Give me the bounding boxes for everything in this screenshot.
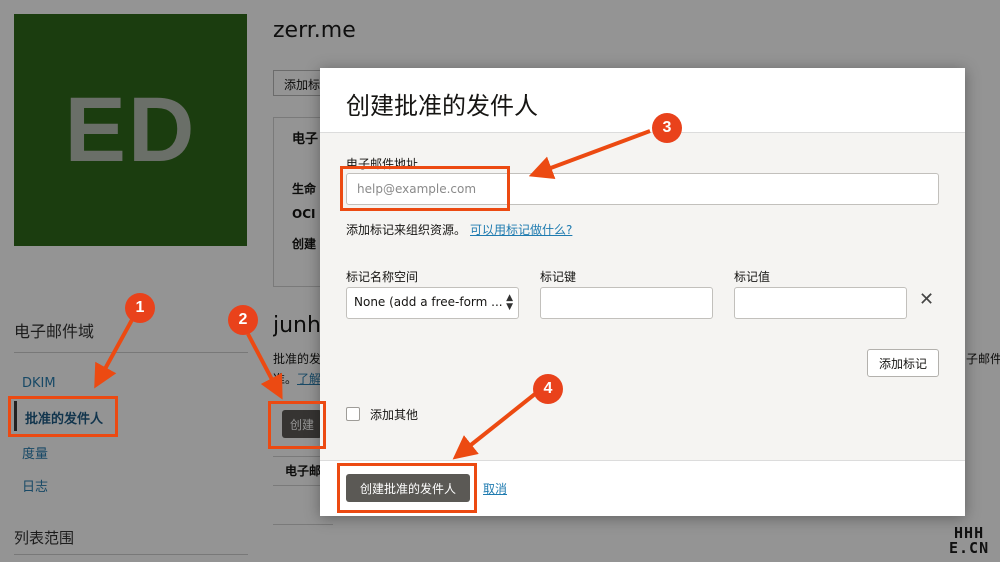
step-badge-1: 1: [125, 293, 155, 323]
annotation-arrows: [94, 129, 651, 460]
step-badge-2: 2: [228, 305, 258, 335]
watermark: HHH E.CN: [949, 526, 989, 556]
watermark-line-2: E.CN: [949, 539, 990, 557]
step-badge-4: 4: [533, 374, 563, 404]
step-badge-3: 3: [652, 113, 682, 143]
arrow-3: [528, 129, 651, 180]
arrow-4: [452, 388, 542, 460]
arrow-1: [94, 317, 135, 389]
arrow-2: [246, 333, 283, 400]
